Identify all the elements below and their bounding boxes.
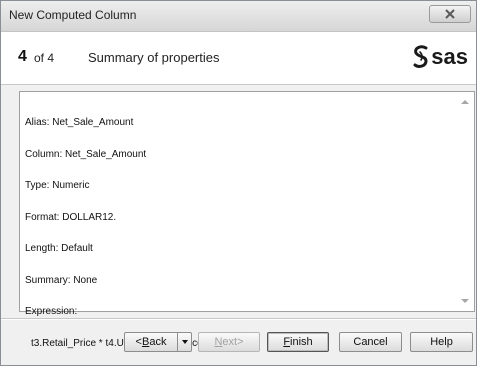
back-label-accel: B — [141, 336, 150, 348]
sas-logo-icon — [413, 45, 428, 68]
help-button[interactable]: Help — [410, 332, 473, 352]
vertical-scrollbar[interactable] — [457, 92, 474, 311]
step-total: of 4 — [34, 51, 55, 65]
back-label-post: ack — [149, 336, 167, 348]
summary-line: Type: Numeric — [25, 180, 90, 191]
summary-textbox[interactable]: Alias: Net_Sale_Amount Column: Net_Sale_… — [19, 91, 475, 348]
next-button[interactable]: Next> — [198, 332, 260, 352]
step-title: Summary of properties — [88, 50, 220, 65]
window-title: New Computed Column — [9, 8, 137, 22]
finish-label-post: inish — [290, 336, 313, 348]
cancel-label: Cancel — [353, 336, 388, 348]
summary-line: Alias: Net_Sale_Amount — [25, 117, 134, 128]
back-dropdown-button[interactable] — [177, 332, 192, 352]
step-number: 4 — [18, 48, 27, 65]
summary-line: Column: Net_Sale_Amount — [25, 148, 147, 160]
next-label-accel: N — [214, 336, 223, 348]
finish-label-accel: F — [283, 336, 291, 348]
summary-content: Alias: Net_Sale_Amount Column: Net_Sale_… — [25, 97, 220, 370]
help-label: Help — [430, 336, 453, 348]
summary-line: Format: DOLLAR12. — [25, 211, 117, 223]
footer-separator — [1, 318, 476, 320]
summary-line: Expression: — [25, 306, 78, 317]
dialog-window: New Computed Column 4 of 4 Summary of pr… — [0, 0, 477, 366]
back-button[interactable]: < Back — [124, 332, 178, 352]
close-x-icon — [445, 9, 455, 19]
title-bar: New Computed Column — [1, 1, 476, 32]
summary-line: Summary: None — [25, 274, 98, 286]
next-label-post: ext> — [222, 336, 244, 348]
sas-logo: sas — [412, 44, 468, 70]
chevron-down-icon — [181, 340, 188, 344]
cancel-button[interactable]: Cancel — [339, 332, 402, 352]
finish-button[interactable]: Finish — [267, 332, 329, 352]
close-button[interactable] — [429, 5, 471, 23]
wizard-header: 4 of 4 Summary of properties sas — [1, 32, 476, 85]
summary-line: Length: Default — [25, 243, 93, 254]
logo-text: sas — [431, 44, 468, 69]
scroll-up-arrow-icon[interactable] — [461, 100, 469, 104]
scroll-down-arrow-icon[interactable] — [461, 299, 469, 303]
